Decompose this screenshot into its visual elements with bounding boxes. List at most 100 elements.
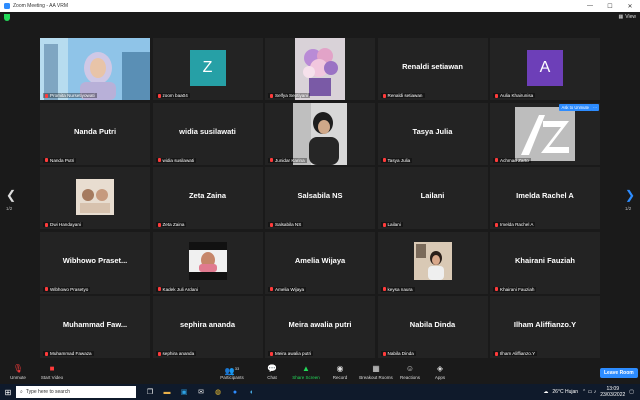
participant-tile[interactable]: Zeta Zaina Zeta Zaina xyxy=(152,167,263,229)
participant-tile[interactable]: sephira ananda sephira ananda xyxy=(152,296,263,358)
muted-mic-icon xyxy=(495,351,498,356)
participant-tile[interactable]: Ilham Aliffianzo.Y Ilham Aliffianzo.Y xyxy=(490,296,600,358)
breakout-rooms-button[interactable]: ▦ Breakout Rooms xyxy=(356,364,396,380)
participant-display-name: Meira awalia putri xyxy=(288,320,352,329)
chat-label: Chat xyxy=(267,375,277,380)
participant-tile[interactable]: Amelia Wijaya Amelia Wijaya xyxy=(265,231,375,294)
close-icon[interactable]: ✕ xyxy=(620,0,640,12)
meeting-topbar: ▦ View xyxy=(0,12,640,22)
share-screen-button[interactable]: ▲ Share Screen xyxy=(288,364,324,380)
previous-page-arrow-icon[interactable]: ❮ xyxy=(6,188,16,202)
participant-name: Imelda Rachel A xyxy=(500,222,534,227)
participant-tile[interactable]: Renaldi setiawan Renaldi setiawan xyxy=(377,38,488,100)
minimize-icon[interactable]: — xyxy=(580,0,600,12)
muted-mic-icon xyxy=(382,287,386,291)
participant-name: Muhammad Fawaza xyxy=(50,351,92,356)
apps-label: Apps xyxy=(434,375,446,380)
participant-tile[interactable]: Z zoom baa04 xyxy=(152,38,263,100)
start-video-button[interactable]: ■ Start Video xyxy=(34,364,70,380)
participant-tile[interactable]: Promita Nursetiyowati xyxy=(40,38,150,100)
participant-tile[interactable]: widia susilawati widia susilawati xyxy=(152,102,263,165)
participant-tile[interactable]: Selfya Septiyani xyxy=(265,38,375,100)
participant-tile[interactable]: Wibhowo Praset... Wibhowo Prasetyo xyxy=(40,231,150,294)
participant-tile[interactable]: keysa naura xyxy=(377,231,488,294)
windows-taskbar: ⊞ ⌕ Type here to search ❐ ▬ ▣ ✉ ◍ ● ◐ ☁ … xyxy=(0,384,640,400)
windows-start-icon[interactable]: ⊞ xyxy=(0,384,16,400)
participant-name: Meira awalia putri xyxy=(275,351,311,356)
weather-text: 26°C Hujan xyxy=(552,389,579,395)
participant-display-name: Zeta Zaina xyxy=(188,191,227,200)
participant-name: Nanda Putri xyxy=(50,157,75,163)
security-shield-icon[interactable] xyxy=(4,13,10,21)
record-button[interactable]: ◉ Record xyxy=(322,364,358,380)
participant-tile[interactable]: Imelda Rachel A Imelda Rachel A xyxy=(490,167,600,229)
muted-microphone-icon: 🎙 xyxy=(12,364,24,373)
participant-name: Amelia Wijaya xyxy=(275,286,305,292)
participant-tile[interactable]: Ask to Unmute ··· Achmad Zarto xyxy=(490,102,600,165)
zoom-taskbar-icon[interactable]: ● xyxy=(229,386,241,398)
participant-name: widia susilawati xyxy=(162,157,195,163)
chrome-icon[interactable]: ◍ xyxy=(212,386,224,398)
ask-to-unmute-button[interactable]: Ask to Unmute xyxy=(558,103,592,111)
muted-mic-icon xyxy=(495,158,498,162)
leave-room-button[interactable]: Leave Room xyxy=(600,368,638,378)
participant-name: Wibhowo Prasetyo xyxy=(50,286,89,292)
page-indicator-right: 1/2 xyxy=(625,206,632,211)
muted-mic-icon xyxy=(270,222,273,227)
participant-grid: Promita Nursetiyowati Z zoom baa04 Selfy… xyxy=(40,38,600,358)
participant-display-name: Ilham Aliffianzo.Y xyxy=(513,320,577,329)
participant-tile[interactable]: Meira awalia putri Meira awalia putri xyxy=(265,296,375,358)
store-icon[interactable]: ▣ xyxy=(178,386,190,398)
maximize-icon[interactable]: ☐ xyxy=(600,0,620,12)
participant-tile[interactable]: Tasya Julia Tasya Julia xyxy=(377,102,488,165)
view-button[interactable]: ▦ View xyxy=(619,14,636,20)
participants-button[interactable]: 👥33 Participants xyxy=(214,364,250,380)
window-title: Zoom Meeting - AA VRM xyxy=(13,3,69,9)
breakout-rooms-icon: ▦ xyxy=(372,364,380,373)
participant-tile[interactable]: Khairani Fauziah Khairani Fauziah xyxy=(490,231,600,294)
record-icon: ◉ xyxy=(336,364,344,373)
weather-icon[interactable]: ☁ xyxy=(543,389,548,395)
participant-tile[interactable]: Muhammad Faw... Muhammad Fawaza xyxy=(40,296,150,358)
notifications-icon[interactable]: ▢ xyxy=(629,389,634,395)
edge-icon[interactable]: ◐ xyxy=(246,386,258,398)
participant-photo xyxy=(76,179,114,215)
task-view-icon[interactable]: ❐ xyxy=(144,386,156,398)
participant-name: Lailani xyxy=(387,222,401,227)
muted-mic-icon xyxy=(157,222,161,227)
more-options-button[interactable]: ··· xyxy=(591,103,599,111)
muted-mic-icon xyxy=(45,222,48,227)
participant-display-name: sephira ananda xyxy=(179,320,236,329)
system-tray-icons[interactable]: ⌃ ▭ ♪ xyxy=(582,389,596,395)
participant-display-name: Khairani Fauziah xyxy=(514,255,575,265)
participant-tile[interactable]: Junidar Karina xyxy=(265,102,375,165)
participant-tile[interactable]: Salsabila NS Salsabila NS xyxy=(265,167,375,229)
clock[interactable]: 13:09 23/03/2022 xyxy=(600,386,625,398)
participant-tile[interactable]: Lailani Lailani xyxy=(377,167,488,229)
muted-mic-icon xyxy=(270,158,273,162)
chat-button[interactable]: 💬 Chat xyxy=(254,364,290,380)
participant-tile[interactable]: A Aulia Khairunisa xyxy=(490,38,600,100)
next-page-arrow-icon[interactable]: ❯ xyxy=(625,188,635,202)
taskbar-search-box[interactable]: ⌕ Type here to search xyxy=(16,386,136,398)
participant-tile[interactable]: Nabila Dinda Nabila Dinda xyxy=(377,296,488,358)
participant-tile[interactable]: Kadek Juli Ardani xyxy=(152,231,263,294)
mail-icon[interactable]: ✉ xyxy=(195,386,207,398)
participant-display-name: Salsabila NS xyxy=(297,191,343,200)
unmute-button[interactable]: 🎙 Unmute xyxy=(0,364,36,380)
muted-mic-icon xyxy=(495,93,498,98)
file-explorer-icon[interactable]: ▬ xyxy=(161,386,173,398)
participant-name: Junidar Karina xyxy=(275,157,305,163)
participant-name: Kadek Juli Ardani xyxy=(162,286,199,292)
participant-tile[interactable]: Nanda Putri Nanda Putri xyxy=(40,102,150,165)
apps-button[interactable]: ◈ Apps xyxy=(422,364,458,380)
participants-label: Participants xyxy=(220,375,244,380)
participant-name: zoom baa04 xyxy=(162,93,188,98)
meeting-toolbar: 🎙 Unmute ■ Start Video 👥33 Participants … xyxy=(0,362,640,384)
participant-display-name: Imelda Rachel A xyxy=(516,191,574,200)
avatar: A xyxy=(527,50,563,86)
muted-mic-icon xyxy=(157,158,161,162)
muted-mic-icon xyxy=(157,351,161,356)
muted-mic-icon xyxy=(382,351,386,356)
participant-tile[interactable]: Dwi Handayani xyxy=(40,167,150,229)
